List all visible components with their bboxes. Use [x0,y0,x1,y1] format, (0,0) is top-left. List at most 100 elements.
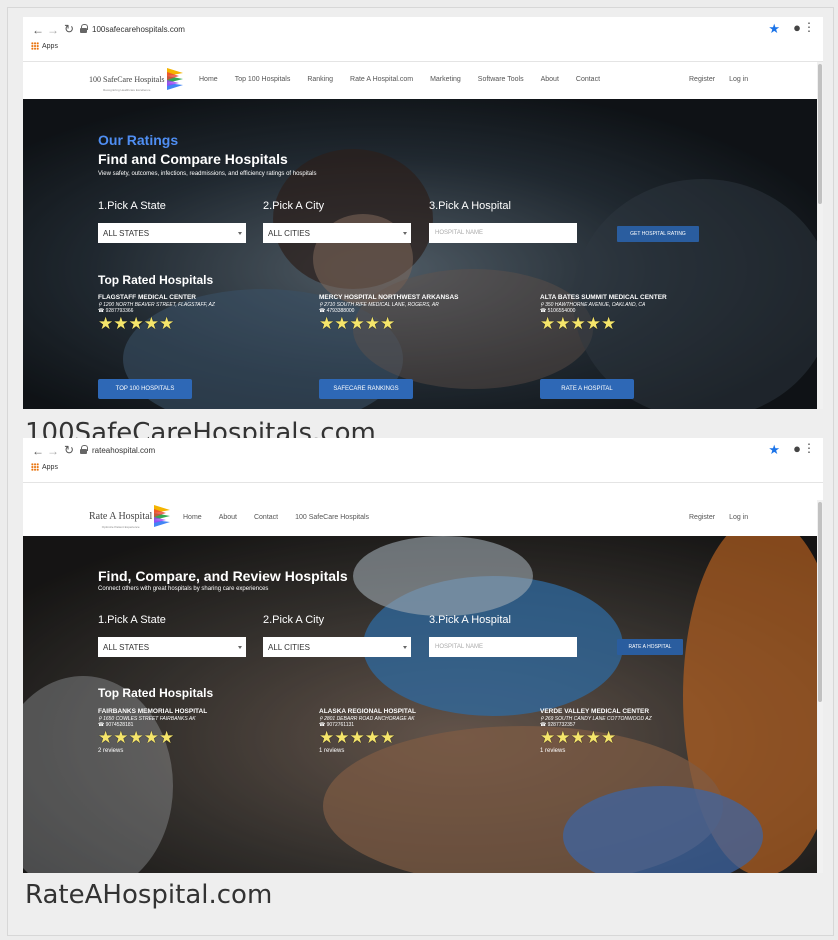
page-scrollbar[interactable] [817,62,823,409]
nav-marketing[interactable]: Marketing [430,76,461,83]
nav-top-100[interactable]: Top 100 Hospitals [235,76,291,83]
step1-label: 1.Pick A State [98,200,166,212]
nav-auth: Register Log in [675,514,748,521]
bookmark-star-icon[interactable]: ★ [768,442,780,458]
city-select[interactable]: ALL CITIES [263,637,411,657]
top-rated-heading: Top Rated Hospitals [98,273,214,287]
hero-subtitle: Connect others with great hospitals by s… [98,586,269,592]
reload-icon[interactable]: ↻ [64,22,74,36]
state-select[interactable]: ALL STATES [98,223,246,243]
hospital-card[interactable]: ALTA BATES SUMMIT MEDICAL CENTER ⚲ 350 H… [540,294,667,333]
apps-grid-icon [31,463,39,471]
menu-kebab-icon[interactable]: ⋮ [803,20,815,34]
step1-label: 1.Pick A State [98,614,166,626]
lock-icon [80,445,88,454]
hero-section: Our Ratings Find and Compare Hospitals V… [23,99,817,409]
star-rating: ★★★★★ [540,728,617,747]
browser-toolbar: ← → ↻ rateahospital.com ★ ● ⋮ Apps [23,438,823,483]
register-link[interactable]: Register [689,514,715,521]
step3-label: 3.Pick A Hospital [429,200,511,212]
login-link[interactable]: Log in [729,76,748,83]
forward-arrow-icon[interactable]: → [47,444,59,458]
hero-subtitle: View safety, outcomes, infections, readm… [98,171,317,177]
nav-ranking[interactable]: Ranking [307,76,333,83]
menu-kebab-icon[interactable]: ⋮ [803,441,815,455]
back-arrow-icon[interactable]: ← [32,23,44,37]
caption-rateahospital: RateAHospital.com [25,880,273,910]
forward-arrow-icon[interactable]: → [47,23,59,37]
page-scrollbar[interactable] [817,500,823,873]
top-rated-heading: Top Rated Hospitals [98,686,214,700]
city-select[interactable]: ALL CITIES [263,223,411,243]
rate-a-hospital-button[interactable]: RATE A HOSPITAL [540,379,634,399]
hospital-name[interactable]: ALTA BATES SUMMIT MEDICAL CENTER [540,294,667,301]
nav-about[interactable]: About [219,514,237,521]
state-select[interactable]: ALL STATES [98,637,246,657]
nav-rate-a-hospital[interactable]: Rate A Hospital.com [350,76,413,83]
logo-tagline: Optimize Patient Experience [101,524,140,529]
lock-icon [80,24,88,33]
hospital-name[interactable]: FLAGSTAFF MEDICAL CENTER [98,294,215,301]
site-logo[interactable]: 100 SafeCare Hospitals Recognizing Healt… [89,68,183,92]
nav-software-tools[interactable]: Software Tools [478,76,524,83]
logo-text: 100 SafeCare Hospitals [89,74,165,84]
account-icon[interactable]: ● [793,441,801,456]
scrollbar-thumb[interactable] [818,502,822,702]
hero-eyebrow: Our Ratings [98,132,179,148]
top-100-button[interactable]: TOP 100 HOSPITALS [98,379,192,399]
nav-contact[interactable]: Contact [254,514,278,521]
step3-label: 3.Pick A Hospital [429,614,511,626]
apps-shortcut[interactable]: Apps [31,463,58,471]
hospital-name[interactable]: MERCY HOSPITAL NORTHWEST ARKANSAS [319,294,459,301]
logo-tagline: Recognizing Healthcare Excellence [103,87,151,92]
review-count[interactable]: 1 reviews [540,748,652,754]
safecare-rankings-button[interactable]: SAFECARE RANKINGS [319,379,413,399]
rate-a-hospital-button[interactable]: RATE A HOSPITAL [617,639,683,655]
logo-flag-icon [166,68,183,90]
nav-links: Home Top 100 Hospitals Ranking Rate A Ho… [199,76,617,83]
review-count[interactable]: 1 reviews [319,748,416,754]
login-link[interactable]: Log in [729,514,748,521]
address-bar[interactable]: rateahospital.com [92,446,155,455]
hero-section: Find, Compare, and Review Hospitals Conn… [23,536,817,873]
nav-contact[interactable]: Contact [576,76,600,83]
star-rating: ★★★★★ [540,314,617,333]
logo-text: Rate A Hospital [89,510,153,522]
hospital-name[interactable]: ALASKA REGIONAL HOSPITAL [319,708,416,715]
address-bar[interactable]: 100safecarehospitals.com [92,25,185,34]
hospital-card[interactable]: MERCY HOSPITAL NORTHWEST ARKANSAS ⚲ 2710… [319,294,459,333]
step2-label: 2.Pick A City [263,614,325,626]
star-rating: ★★★★★ [319,314,396,333]
site-navbar: 100 SafeCare Hospitals Recognizing Healt… [23,62,823,99]
reload-icon[interactable]: ↻ [64,443,74,457]
hospital-card[interactable]: VERDE VALLEY MEDICAL CENTER ⚲ 269 SOUTH … [540,708,652,754]
hospital-name-input[interactable]: HOSPITAL NAME [429,223,577,243]
star-rating: ★★★★★ [319,728,396,747]
nav-home[interactable]: Home [199,76,218,83]
nav-auth: Register Log in [675,76,748,83]
site-navbar: Rate A Hospital Optimize Patient Experie… [23,500,823,536]
hospital-card[interactable]: FLAGSTAFF MEDICAL CENTER ⚲ 1200 NORTH BE… [98,294,215,333]
apps-grid-icon [31,42,39,50]
apps-label: Apps [42,463,58,471]
back-arrow-icon[interactable]: ← [32,444,44,458]
account-icon[interactable]: ● [793,20,801,35]
star-rating: ★★★★★ [98,728,175,747]
register-link[interactable]: Register [689,76,715,83]
hospital-card[interactable]: ALASKA REGIONAL HOSPITAL ⚲ 2801 DEBARR R… [319,708,416,754]
review-count[interactable]: 2 reviews [98,748,207,754]
nav-about[interactable]: About [541,76,559,83]
toolbar-divider [23,482,823,483]
bookmark-star-icon[interactable]: ★ [768,21,780,37]
nav-home[interactable]: Home [183,514,202,521]
screenshot-100safecare: ← → ↻ 100safecarehospitals.com ★ ● ⋮ App… [23,17,823,409]
nav-100-safecare[interactable]: 100 SafeCare Hospitals [295,514,369,521]
hospital-card[interactable]: FAIRBANKS MEMORIAL HOSPITAL ⚲ 1650 COWLE… [98,708,207,754]
get-rating-button[interactable]: GET HOSPITAL RATING [617,226,699,242]
apps-shortcut[interactable]: Apps [31,42,58,50]
hospital-name[interactable]: FAIRBANKS MEMORIAL HOSPITAL [98,708,207,715]
site-logo[interactable]: Rate A Hospital Optimize Patient Experie… [89,505,171,529]
hospital-name-input[interactable]: HOSPITAL NAME [429,637,577,657]
hospital-name[interactable]: VERDE VALLEY MEDICAL CENTER [540,708,652,715]
scrollbar-thumb[interactable] [818,64,822,204]
